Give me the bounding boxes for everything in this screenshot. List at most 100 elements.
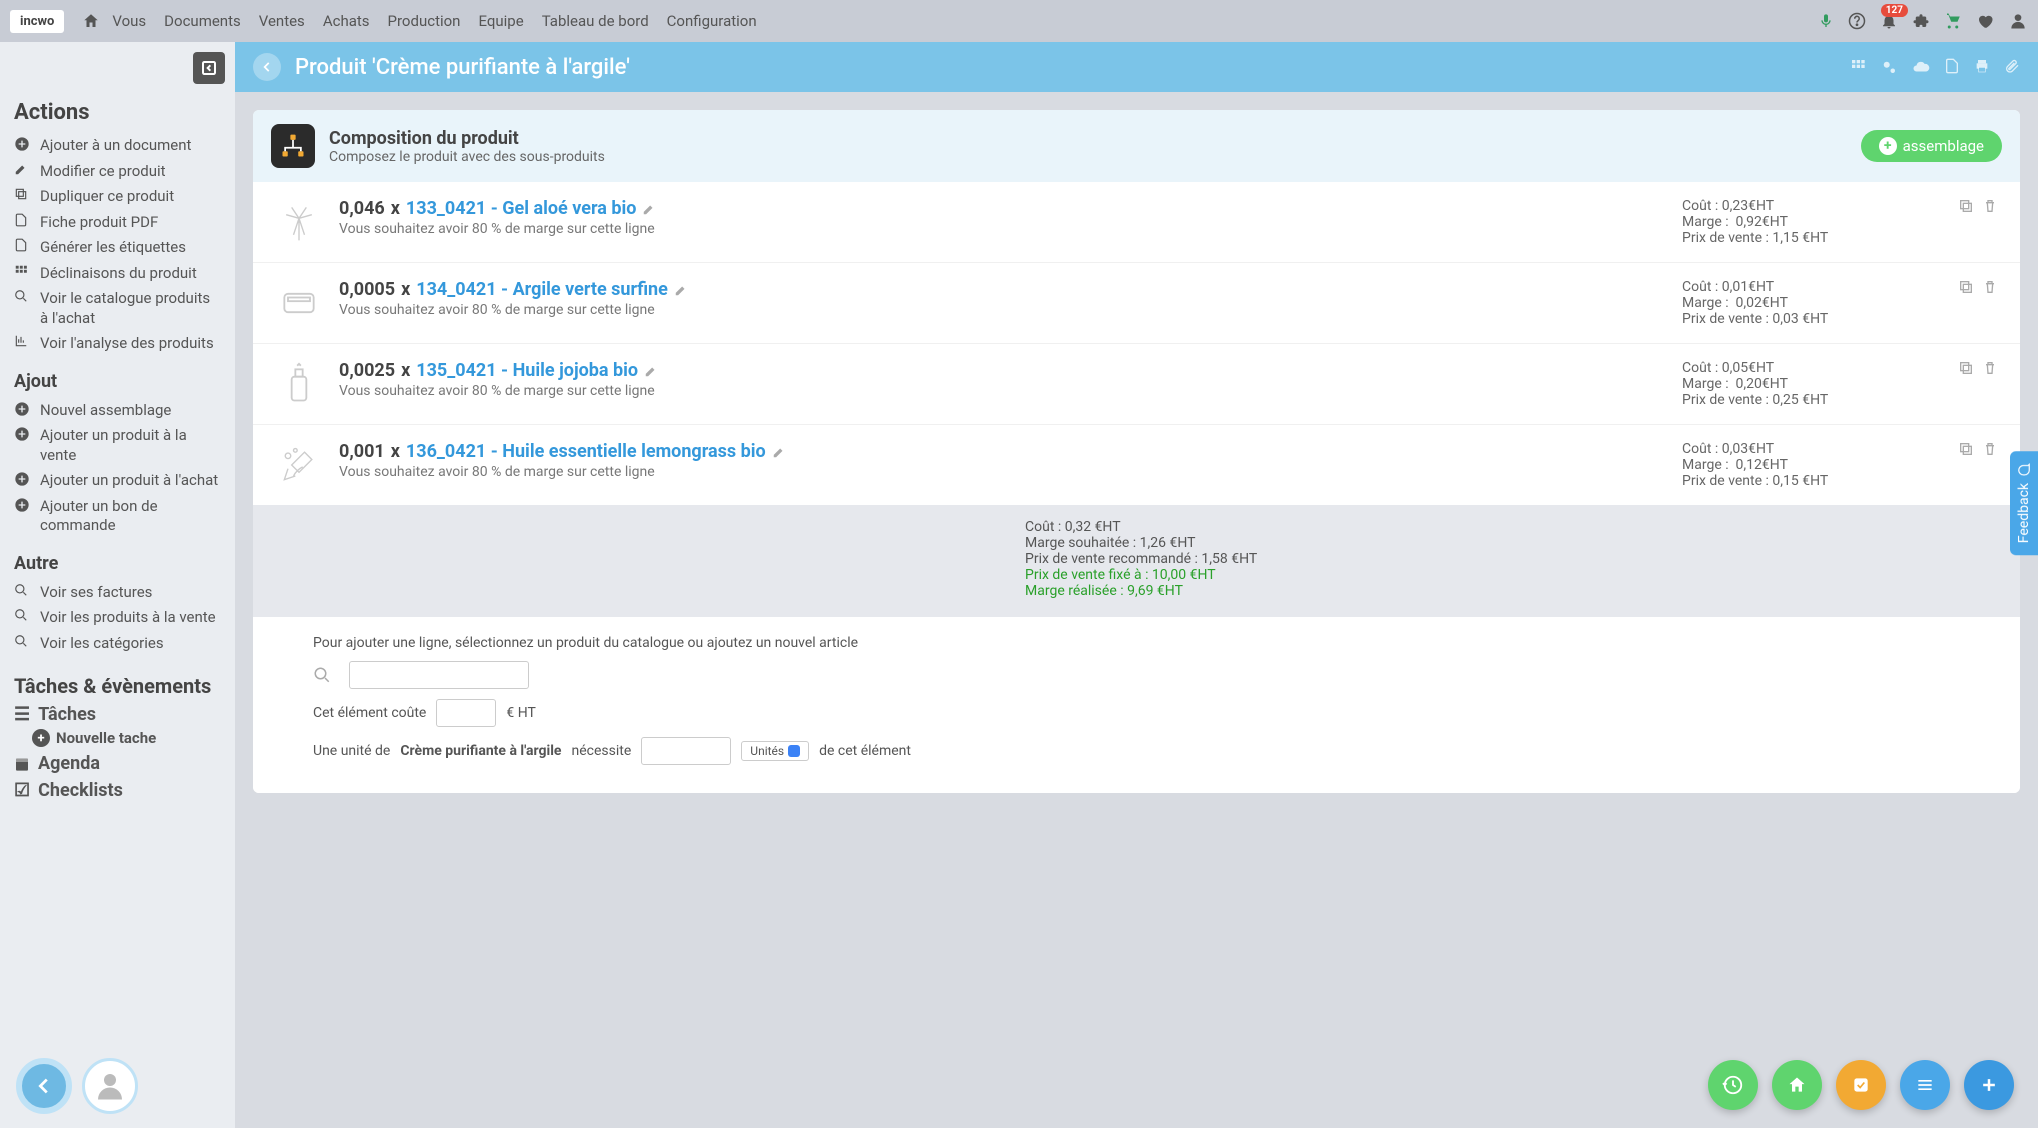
total-margin: Marge souhaitée : 1,26 €HT — [1025, 535, 1998, 551]
component-row: 0,046 x 133_0421 - Gel aloé vera bio Vou… — [253, 182, 2020, 262]
nav-achats[interactable]: Achats — [323, 12, 370, 30]
autre-2[interactable]: Voir les catégories — [14, 631, 221, 657]
notifications-icon[interactable]: 127 — [1880, 12, 1898, 30]
search-icon — [14, 608, 32, 622]
plus-circle-icon — [14, 426, 32, 442]
nav-equipe[interactable]: Equipe — [478, 12, 523, 30]
heart-icon[interactable] — [1976, 12, 1994, 30]
ajout-0[interactable]: Nouvel assemblage — [14, 398, 221, 424]
pencil-icon — [14, 162, 32, 176]
sidebar-agenda[interactable]: Agenda — [14, 753, 221, 774]
microphone-icon[interactable] — [1818, 13, 1834, 29]
trash-icon[interactable] — [1982, 279, 1998, 295]
trash-icon[interactable] — [1982, 441, 1998, 457]
action-7[interactable]: Voir l'analyse des produits — [14, 331, 221, 357]
fab-add[interactable] — [1964, 1060, 2014, 1110]
avatar-bubble[interactable] — [82, 1058, 138, 1114]
action-3[interactable]: Fiche produit PDF — [14, 210, 221, 236]
back-bubble[interactable] — [16, 1058, 72, 1114]
action-6[interactable]: Voir le catalogue produits à l'achat — [14, 286, 221, 331]
action-5[interactable]: Déclinaisons du produit — [14, 261, 221, 287]
grid-icon[interactable] — [1850, 58, 1866, 76]
nav-production[interactable]: Production — [388, 12, 461, 30]
feedback-tab[interactable]: Feedback — [2010, 451, 2038, 555]
gears-icon[interactable] — [1880, 58, 1898, 76]
fab-check[interactable] — [1836, 1060, 1886, 1110]
add-assembly-button[interactable]: + assemblage — [1861, 130, 2002, 162]
total-cost: Coût : 0,32 €HT — [1025, 519, 1998, 535]
units-select[interactable]: Unités — [741, 741, 809, 761]
component-link[interactable]: 135_0421 - Huile jojoba bio — [416, 360, 638, 381]
edit-icon[interactable] — [644, 364, 658, 378]
edit-icon[interactable] — [674, 283, 688, 297]
unit-qty-input[interactable] — [641, 737, 731, 765]
autre-0[interactable]: Voir ses factures — [14, 580, 221, 606]
pdf-icon — [14, 213, 32, 227]
nav-ventes[interactable]: Ventes — [259, 12, 305, 30]
trash-icon[interactable] — [1982, 360, 1998, 376]
edit-icon[interactable] — [642, 202, 656, 216]
nav-configuration[interactable]: Configuration — [667, 12, 757, 30]
panel-title: Composition du produit — [329, 128, 605, 149]
copy-icon[interactable] — [1958, 198, 1974, 214]
copy-icon[interactable] — [1958, 441, 1974, 457]
component-link[interactable]: 133_0421 - Gel aloé vera bio — [406, 198, 637, 219]
home-icon[interactable] — [82, 12, 100, 30]
plus-icon: + — [1879, 137, 1897, 155]
page-title: Produit 'Crème purifiante à l'argile' — [295, 55, 630, 80]
trash-icon[interactable] — [1982, 198, 1998, 214]
sidebar-new-task[interactable]: +Nouvelle tache — [32, 729, 221, 747]
edit-icon[interactable] — [772, 445, 786, 459]
grid-icon — [14, 264, 32, 278]
component-costs: Coût : 0,01€HT Marge : 0,02€HT Prix de v… — [1682, 279, 1942, 327]
copy-icon — [14, 187, 32, 201]
doc-icon[interactable] — [1944, 58, 1960, 76]
add-line-section: Pour ajouter une ligne, sélectionnez un … — [253, 617, 2020, 793]
copy-icon[interactable] — [1958, 360, 1974, 376]
ajout-2[interactable]: Ajouter un produit à l'achat — [14, 468, 221, 494]
nav-documents[interactable]: Documents — [164, 12, 241, 30]
component-costs: Coût : 0,05€HT Marge : 0,20€HT Prix de v… — [1682, 360, 1942, 408]
collapse-sidebar-icon[interactable] — [193, 52, 225, 84]
fab-history[interactable] — [1708, 1060, 1758, 1110]
cloud-icon[interactable] — [1912, 58, 1930, 76]
print-icon[interactable] — [1974, 58, 1990, 76]
back-icon[interactable] — [253, 53, 281, 81]
cost-input[interactable] — [436, 699, 496, 727]
nav-links: Vous Documents Ventes Achats Production Equip… — [112, 12, 756, 30]
sidebar-ajout-title: Ajout — [14, 371, 221, 392]
autre-1[interactable]: Voir les produits à la vente — [14, 605, 221, 631]
sidebar-checklist[interactable]: ☑Checklists — [14, 780, 221, 801]
search-icon — [313, 666, 331, 684]
action-2[interactable]: Dupliquer ce produit — [14, 184, 221, 210]
fab-home[interactable] — [1772, 1060, 1822, 1110]
cost-label: Cet élément coûte — [313, 705, 426, 721]
component-subtitle: Vous souhaitez avoir 80 % de marge sur c… — [339, 464, 1666, 480]
page-header: Produit 'Crème purifiante à l'argile' — [235, 42, 2038, 92]
help-icon[interactable] — [1848, 12, 1866, 30]
component-link[interactable]: 136_0421 - Huile essentielle lemongrass … — [406, 441, 766, 462]
user-icon[interactable] — [2008, 11, 2028, 31]
component-link[interactable]: 134_0421 - Argile verte surfine — [416, 279, 668, 300]
action-0[interactable]: Ajouter à un document — [14, 133, 221, 159]
nav-tableau-de-bord[interactable]: Tableau de bord — [542, 12, 649, 30]
plus-circle-icon — [14, 497, 32, 513]
checklist-icon: ☑ — [14, 780, 30, 801]
fab-container — [1708, 1060, 2014, 1110]
fab-menu[interactable] — [1900, 1060, 1950, 1110]
action-4[interactable]: Générer les étiquettes — [14, 235, 221, 261]
component-subtitle: Vous souhaitez avoir 80 % de marge sur c… — [339, 383, 1666, 399]
cart-icon[interactable] — [1944, 12, 1962, 30]
product-search-input[interactable] — [349, 661, 529, 689]
action-1[interactable]: Modifier ce produit — [14, 159, 221, 185]
copy-icon[interactable] — [1958, 279, 1974, 295]
search-icon — [14, 289, 32, 303]
ajout-3[interactable]: Ajouter un bon de commande — [14, 494, 221, 539]
sidebar-tasks[interactable]: ☰Tâches — [14, 704, 221, 725]
plus-circle-icon: + — [32, 729, 50, 747]
nav-vous[interactable]: Vous — [112, 12, 146, 30]
puzzle-icon[interactable] — [1912, 12, 1930, 30]
attach-icon[interactable] — [2004, 58, 2020, 76]
topbar: incwo VousDocumentsVentesAchatsProductio… — [0, 0, 2038, 42]
ajout-1[interactable]: Ajouter un produit à la vente — [14, 423, 221, 468]
